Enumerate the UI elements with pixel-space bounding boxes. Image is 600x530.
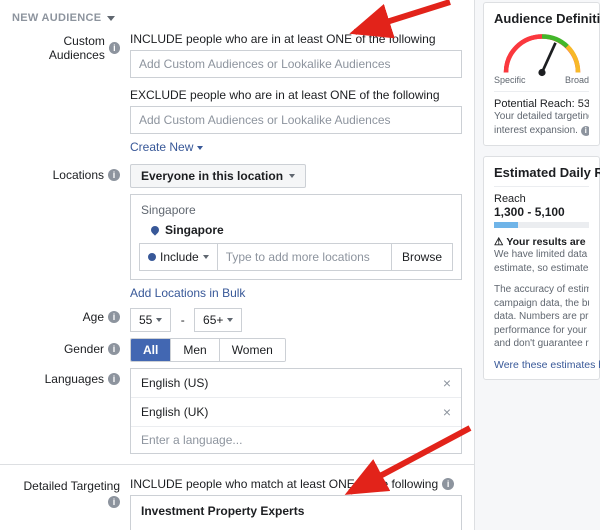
targeting-path[interactable]: Interests›Additional Interests›iProperty… xyxy=(131,526,461,530)
location-include-dropdown[interactable]: Include xyxy=(140,244,218,270)
detailed-include-helper: INCLUDE people who match at least ONE of… xyxy=(130,477,438,491)
warn-line: estimate, so estimates may xyxy=(494,262,589,276)
age-min-select[interactable]: 55 xyxy=(130,308,171,332)
definition-note: interest expansion. i xyxy=(494,124,589,138)
detailed-targeting-box: Investment Property Experts Interests›Ad… xyxy=(130,495,462,530)
reach-range: 1,300 - 5,100 xyxy=(494,205,589,219)
estimates-helpful-link[interactable]: Were these estimates helpf xyxy=(494,359,600,371)
caret-down-icon xyxy=(227,318,233,322)
audience-gauge xyxy=(497,32,587,77)
info-icon[interactable]: i xyxy=(108,373,120,385)
audience-definition-panel: Audience Definition Specific Broad Poten… xyxy=(483,2,600,146)
location-browse-button[interactable]: Browse xyxy=(391,244,452,270)
location-country: Singapore xyxy=(139,203,453,217)
include-helper: INCLUDE people who are in at least ONE o… xyxy=(130,30,462,46)
caret-down-icon xyxy=(289,174,295,178)
gender-all-button[interactable]: All xyxy=(131,339,171,361)
warn-line: We have limited data avail xyxy=(494,248,589,262)
dot-icon xyxy=(148,253,156,261)
age-max-select[interactable]: 65+ xyxy=(194,308,242,332)
info-icon[interactable]: i xyxy=(581,126,589,136)
audience-definition-title: Audience Definition xyxy=(494,11,589,26)
create-new-link[interactable]: Create New xyxy=(130,140,203,154)
caret-down-icon xyxy=(203,255,209,259)
accuracy-line: The accuracy of estimates xyxy=(494,283,589,297)
include-audiences-input[interactable] xyxy=(130,50,462,78)
accuracy-line: and don't guarantee results xyxy=(494,337,589,351)
exclude-helper: EXCLUDE people who are in at least ONE o… xyxy=(130,86,462,102)
reach-label: Reach xyxy=(494,193,589,205)
estimated-daily-title: Estimated Daily Re xyxy=(494,165,589,180)
pin-icon xyxy=(149,224,160,235)
info-icon[interactable]: i xyxy=(109,42,120,54)
info-icon[interactable]: i xyxy=(108,169,120,181)
estimated-daily-panel: Estimated Daily Re Reach 1,300 - 5,100 Y… xyxy=(483,156,600,380)
info-icon[interactable]: i xyxy=(108,311,120,323)
info-icon[interactable]: i xyxy=(108,496,120,508)
locations-box: Singapore Singapore Include Browse xyxy=(130,194,462,280)
location-type-input[interactable] xyxy=(218,244,391,270)
section-new-audience[interactable]: NEW AUDIENCE xyxy=(12,8,462,30)
remove-language-button[interactable]: × xyxy=(443,375,451,391)
definition-note: Your detailed targeting crit xyxy=(494,110,589,124)
gender-group: All Men Women xyxy=(130,338,286,362)
caret-down-icon xyxy=(107,16,115,21)
languages-label: Languages xyxy=(45,372,104,386)
location-scope-dropdown[interactable]: Everyone in this location xyxy=(130,164,306,188)
gender-label: Gender xyxy=(64,342,104,356)
caret-down-icon xyxy=(197,146,203,150)
potential-reach: Potential Reach: 530,000 p xyxy=(494,91,589,110)
custom-audiences-label: Custom Audiences xyxy=(12,34,105,62)
add-locations-bulk-link[interactable]: Add Locations in Bulk xyxy=(130,286,245,300)
accuracy-line: performance for your budg xyxy=(494,324,589,338)
info-icon[interactable]: i xyxy=(108,343,120,355)
exclude-audiences-input[interactable] xyxy=(130,106,462,134)
languages-box: English (US) × English (UK) × xyxy=(130,368,462,454)
remove-language-button[interactable]: × xyxy=(443,404,451,420)
section-title: NEW AUDIENCE xyxy=(12,12,101,24)
locations-label: Locations xyxy=(53,168,104,182)
age-dash: - xyxy=(181,313,185,327)
detailed-targeting-label: Detailed Targeting xyxy=(23,479,120,493)
location-item[interactable]: Singapore xyxy=(139,221,453,243)
accuracy-line: data. Numbers are provided xyxy=(494,310,589,324)
gender-men-button[interactable]: Men xyxy=(171,339,219,361)
language-item: English (UK) × xyxy=(131,398,461,427)
language-item: English (US) × xyxy=(131,369,461,398)
language-input[interactable] xyxy=(131,427,461,453)
gender-women-button[interactable]: Women xyxy=(220,339,285,361)
caret-down-icon xyxy=(156,318,162,322)
accuracy-line: campaign data, the budget xyxy=(494,297,589,311)
results-warning: Your results are likely t xyxy=(494,236,589,248)
age-label: Age xyxy=(83,310,104,324)
targeting-group-title: Investment Property Experts xyxy=(131,496,461,526)
info-icon[interactable]: i xyxy=(442,478,454,490)
reach-bar xyxy=(494,222,589,228)
